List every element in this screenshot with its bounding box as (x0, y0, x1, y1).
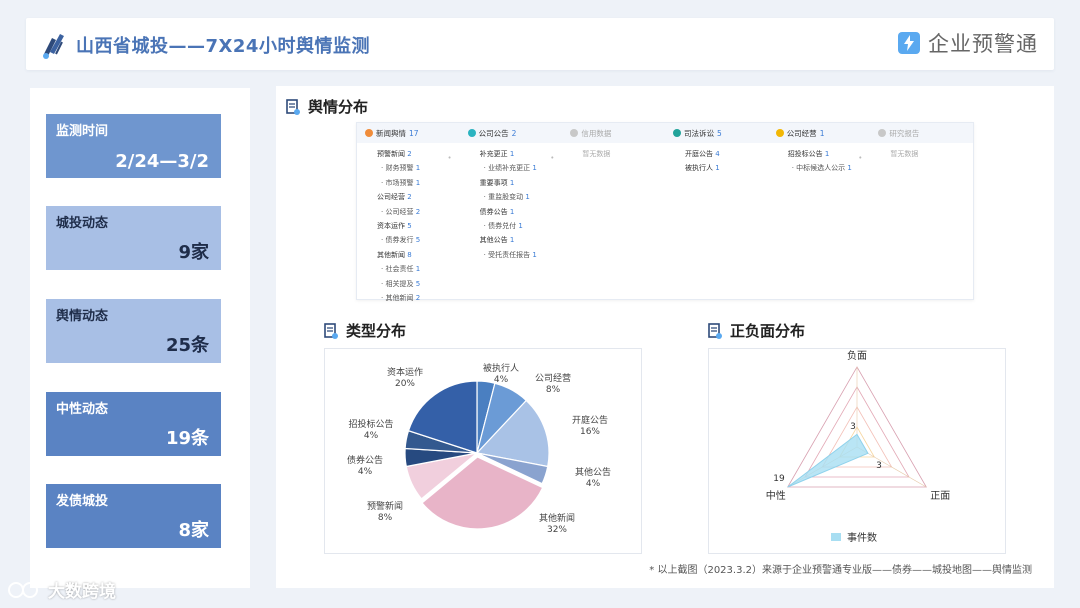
distribution-table: 新闻舆情 17 公司公告 2 信用数据 司法诉讼 5 公司经营 1 研究报告 • 预警新闻… (356, 122, 974, 302)
tab-operations[interactable]: 公司经营 1 (768, 123, 871, 143)
pie-percent: 8% (546, 385, 561, 395)
sentiment-radar-chart: 负面正面 中性 3 3 19 事件数 (708, 348, 1006, 554)
page-title: 山西省城投——7X24小时舆情监测 (76, 36, 370, 57)
header-bar: 山西省城投——7X24小时舆情监测 企业预警通 (26, 18, 1054, 70)
source-footnote: * 以上截图（2023.3.2）来源于企业预警通专业版——债券——城投地图——舆… (649, 565, 1032, 576)
list-item[interactable]: 其他新闻 8 (377, 248, 460, 262)
litigation-column: 开庭公告 4 被执行人 1 (665, 147, 768, 305)
legend-label[interactable]: 事件数 (847, 531, 877, 544)
pie-chart-svg: 被执行人4% 公司经营8%开庭公告16%其他公告4%其他新闻32%预警新闻8%债券… (347, 362, 611, 535)
radar-axis-label: 中性 (766, 489, 786, 502)
tab-research[interactable]: 研究报告 (870, 123, 973, 143)
news-column: • 预警新闻 2 · 财务预警 1 · 市场预警 1 公司经营 2 · 公司经营 2 资本运… (357, 147, 460, 305)
pie-label: 预警新闻 (367, 500, 403, 512)
list-item[interactable]: · 重监股变动 1 (480, 190, 563, 204)
tab-announcements[interactable]: 公司公告 2 (460, 123, 563, 143)
credit-column: 暂无数据 (582, 150, 611, 158)
pie-label: 开庭公告 (572, 414, 608, 426)
radar-value-label: 3 (850, 422, 856, 432)
radar-chart-svg: 负面正面 中性 3 3 19 事件数 (766, 349, 951, 544)
list-item[interactable]: · 债券发行 5 (377, 233, 460, 247)
section-type-title: 类型分布 (324, 320, 406, 341)
pie-percent: 8% (378, 513, 393, 523)
stat-bond-issuers: 发债城投 8家 (46, 484, 221, 548)
pie-label: 被执行人 (483, 362, 519, 374)
list-item[interactable]: · 社会责任 1 (377, 262, 460, 276)
tab-news[interactable]: 新闻舆情 17 (357, 123, 460, 143)
pie-percent: 32% (547, 525, 567, 535)
pie-percent: 20% (395, 379, 415, 389)
pie-label: 债券公告 (347, 454, 383, 466)
list-item[interactable]: · 市场预警 1 (377, 176, 460, 190)
list-item[interactable]: 公司经营 2 (377, 190, 460, 204)
pie-label: 其他新闻 (539, 512, 575, 524)
operations-column: • 招投标公告 1 · 中标候选人公示 1 (768, 147, 871, 305)
brand-name: 企业预警通 (928, 32, 1038, 56)
document-icon (708, 322, 722, 339)
type-pie-chart: 被执行人 4% 公司经营 8% 开庭公告 16% 其他公告 4% 其他新闻 32% 预警新闻 8% 债券… (324, 348, 642, 554)
pie-percent: 16% (580, 427, 600, 437)
legend-swatch (831, 533, 841, 541)
content-panel: 舆情分布 新闻舆情 17 公司公告 2 信用数据 司法诉讼 5 公司经营 1 研究报告 … (276, 86, 1054, 588)
pie-percent: 4% (364, 431, 379, 441)
research-column: 暂无数据 (890, 150, 919, 158)
radar-value-label: 3 (876, 461, 882, 471)
list-item[interactable]: · 债券兑付 1 (480, 219, 563, 233)
list-item[interactable]: · 相关提及 5 (377, 277, 460, 291)
tab-litigation[interactable]: 司法诉讼 5 (665, 123, 768, 143)
radar-series-area[interactable] (787, 433, 869, 488)
list-item[interactable]: 资本运作 5 (377, 219, 460, 233)
radar-value-label: 19 (773, 474, 785, 484)
brush-logo-icon (43, 34, 64, 59)
pie-label: 其他公告 (575, 466, 611, 478)
tab-credit-data[interactable]: 信用数据 (562, 123, 665, 143)
stat-monitor-time: 监测时间 2/24—3/2 (46, 114, 221, 178)
list-item[interactable]: 被执行人 1 (685, 161, 768, 175)
document-icon (286, 98, 300, 115)
list-item[interactable]: · 公司经营 2 (377, 205, 460, 219)
announcement-column: • 补充更正 1 · 业绩补充更正 1 重要事项 1 · 重监股变动 1 债券公告 1 · … (460, 147, 563, 305)
pie-label: 资本运作 (387, 366, 423, 378)
pie-percent: 4% (586, 479, 601, 489)
stats-panel: 监测时间 2/24—3/2 城投动态 9家 舆情动态 25条 中性动态 19条 … (30, 88, 250, 588)
pie-percent: 4% (358, 467, 373, 477)
list-item[interactable]: 重要事项 1 (480, 176, 563, 190)
section-sentiment-title: 正负面分布 (708, 320, 805, 341)
list-item[interactable]: · 其他新闻 2 (377, 291, 460, 305)
radar-axis-label: 负面 (847, 349, 867, 362)
list-item[interactable]: 债券公告 1 (480, 205, 563, 219)
watermark-logo-icon (8, 581, 38, 598)
distribution-header: 新闻舆情 17 公司公告 2 信用数据 司法诉讼 5 公司经营 1 研究报告 (357, 123, 973, 143)
bolt-icon (898, 32, 920, 54)
stat-chengtou-dynamics: 城投动态 9家 (46, 206, 221, 270)
section-distribution-title: 舆情分布 (286, 96, 368, 117)
list-item[interactable]: 其他公告 1 (480, 233, 563, 247)
list-item[interactable]: · 受托责任报告 1 (480, 248, 563, 262)
watermark: 大数跨境 (8, 577, 116, 602)
document-icon (324, 322, 338, 339)
list-item[interactable]: 开庭公告 4 (685, 147, 768, 161)
pie-label: 公司经营 (535, 372, 571, 384)
stat-neutral-dynamics: 中性动态 19条 (46, 392, 221, 456)
pie-label: 招投标公告 (348, 418, 393, 430)
stat-sentiment-dynamics: 舆情动态 25条 (46, 299, 221, 363)
brand-logo: 企业预警通 (898, 28, 1038, 58)
radar-axis-label: 正面 (930, 491, 950, 502)
distribution-body: • 预警新闻 2 · 财务预警 1 · 市场预警 1 公司经营 2 · 公司经营 2 资本运… (357, 143, 973, 305)
